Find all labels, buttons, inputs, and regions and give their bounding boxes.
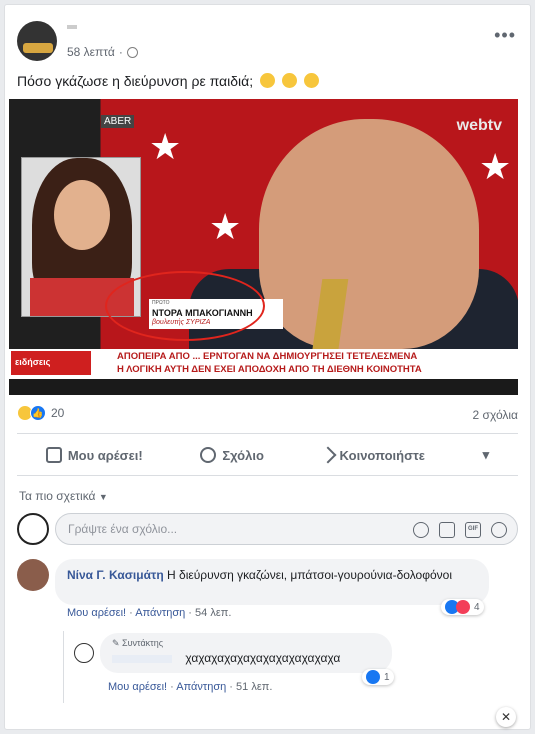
post-text-content: Πόσο γκάζωσε η διεύρυνση ρε παιδιά;	[17, 73, 254, 89]
comment-reaction-count: 4	[474, 601, 480, 613]
red-circle-highlight	[105, 271, 265, 341]
comment-bubble: Νίνα Γ. Κασιμάτη Η διεύρυνση γκαζώνει, μ…	[55, 559, 489, 605]
post-time[interactable]: 58 λεπτά	[67, 45, 115, 59]
reply-bubble: ✎ Συντάκτης χαχαχαχαχαχαχαχαχαχαχαχα	[100, 633, 392, 673]
post-actions: Μου αρέσει! Σχόλιο Κοινοποιήστε ▾	[17, 439, 518, 471]
audience-selector[interactable]: ▾	[483, 447, 490, 463]
share-arrow-icon	[319, 446, 337, 464]
commenter-avatar[interactable]	[17, 559, 49, 591]
comment-text: Η διεύρυνση γκαζώνει, μπάτσοι-γουρούνια-…	[167, 568, 452, 582]
reply-time[interactable]: 51 λεπ.	[236, 681, 272, 693]
close-icon[interactable]: ✕	[496, 707, 516, 727]
reply-author-redacted[interactable]	[112, 654, 172, 663]
flag-star-icon: ★	[149, 126, 182, 167]
post-text: Πόσο γκάζωσε η διεύρυνση ρε παιδιά;	[17, 73, 319, 89]
divider	[17, 433, 518, 434]
compose-icons: GIF	[413, 522, 507, 538]
ticker-line-2: Η ΛΟΓΙΚΗ ΑΥΤΗ ΔΕΝ ΕΧΕΙ ΑΠΟΔΟΧΗ ΑΠΟ ΤΗ ΔΙ…	[117, 364, 422, 375]
post-meta: 58 λεπτά ·	[67, 45, 138, 59]
share-button[interactable]: Κοινοποιήστε	[319, 446, 425, 464]
post-video-thumbnail[interactable]: ★ ★ ★ ★ ABER webtv ΠΡΩΤΟ ΝΤΟΡΑ ΜΠΑΚΟΓΙΑΝ…	[9, 99, 518, 395]
divider	[17, 475, 518, 476]
like-reaction-icon	[366, 670, 380, 684]
news-logo: ειδήσεις	[11, 351, 91, 375]
channel-logo: webtv	[456, 117, 502, 134]
gif-icon[interactable]: GIF	[465, 522, 481, 538]
author-name-redacted[interactable]	[67, 25, 77, 29]
like-label: Μου αρέσει!	[67, 447, 143, 463]
smile-emoji-icon	[303, 73, 319, 88]
comment-button[interactable]: Σχόλιο	[200, 447, 264, 463]
reaction-summary[interactable]: 👍 20	[17, 405, 64, 421]
chevron-down-icon: ▼	[98, 492, 108, 502]
viewer-avatar	[17, 513, 49, 545]
comment-time[interactable]: 54 λεπ.	[195, 607, 231, 619]
comment-bubble-icon	[200, 447, 217, 463]
flag-star-icon: ★	[209, 206, 242, 247]
flag-star-icon: ★	[479, 146, 512, 187]
like-reaction-icon: 👍	[30, 405, 46, 421]
camera-icon[interactable]	[439, 522, 455, 538]
meta-separator: ·	[118, 45, 123, 59]
comment-reply-link[interactable]: Απάντηση	[135, 607, 185, 619]
post-card: 58 λεπτά · ••• Πόσο γκάζωσε η διεύρυνση …	[4, 4, 531, 730]
globe-icon	[126, 46, 138, 58]
reply-reactions[interactable]: 1	[362, 669, 394, 685]
more-options-button[interactable]: •••	[494, 25, 516, 46]
comments-count-link[interactable]: 2 σχόλια	[473, 408, 518, 422]
comment-label: Σχόλιο	[222, 447, 264, 463]
video-progress-bar[interactable]	[9, 379, 518, 395]
comment-input[interactable]: Γράψτε ένα σχόλιο... GIF	[55, 513, 518, 545]
emoji-icon[interactable]	[413, 522, 429, 538]
reply-meta: Μου αρέσει! · Απάντηση · 51 λεπ.	[108, 681, 273, 693]
channel-tag: ABER	[101, 115, 135, 128]
comment-placeholder: Γράψτε ένα σχόλιο...	[68, 522, 178, 536]
sticker-icon[interactable]	[491, 522, 507, 538]
thumbs-up-icon	[45, 447, 62, 463]
reply-thread: ✎ Συντάκτης χαχαχαχαχαχαχαχαχαχαχαχα Μου…	[63, 631, 518, 703]
reply-reply-link[interactable]: Απάντηση	[176, 681, 226, 693]
comment-reactions[interactable]: 4	[441, 599, 484, 615]
speaker-head	[259, 119, 479, 349]
post-header: 58 λεπτά · •••	[17, 21, 518, 65]
reply-text: χαχαχαχαχαχαχαχαχαχαχαχα	[185, 651, 341, 665]
reply-avatar[interactable]	[74, 643, 94, 663]
like-button[interactable]: Μου αρέσει!	[45, 447, 143, 463]
smile-emoji-icon	[260, 73, 276, 88]
comment-compose: Γράψτε ένα σχόλιο... GIF	[17, 513, 518, 545]
commenter-name[interactable]: Νίνα Γ. Κασιμάτη	[67, 568, 164, 582]
smile-emoji-icon	[281, 73, 297, 88]
author-avatar[interactable]	[17, 21, 57, 61]
reaction-count: 20	[51, 406, 65, 420]
ticker-line-1: ΑΠΟΠΕΙΡΑ ΑΠΟ ... ΕΡΝΤΟΓΑΝ ΝΑ ΔΗΜΙΟΥΡΓΗΣΕ…	[117, 351, 418, 362]
author-badge: ✎ Συντάκτης	[112, 638, 164, 648]
comment-like-link[interactable]: Μου αρέσει!	[67, 607, 126, 619]
share-label: Κοινοποιήστε	[339, 447, 425, 463]
comment-item: Νίνα Γ. Κασιμάτη Η διεύρυνση γκαζώνει, μ…	[17, 559, 518, 619]
reply-reaction-count: 1	[384, 671, 390, 683]
sort-label: Τα πιο σχετικά	[19, 489, 96, 503]
news-ticker: ΑΠΟΠΕΙΡΑ ΑΠΟ ... ΕΡΝΤΟΓΑΝ ΝΑ ΔΗΜΙΟΥΡΓΗΣΕ…	[117, 350, 422, 376]
reply-like-link[interactable]: Μου αρέσει!	[108, 681, 167, 693]
comment-sort-dropdown[interactable]: Τα πιο σχετικά ▼	[19, 489, 108, 503]
comment-meta: Μου αρέσει! · Απάντηση · 54 λεπ.	[67, 607, 232, 619]
chevron-down-icon: ▾	[482, 447, 490, 462]
love-reaction-icon	[456, 600, 470, 614]
